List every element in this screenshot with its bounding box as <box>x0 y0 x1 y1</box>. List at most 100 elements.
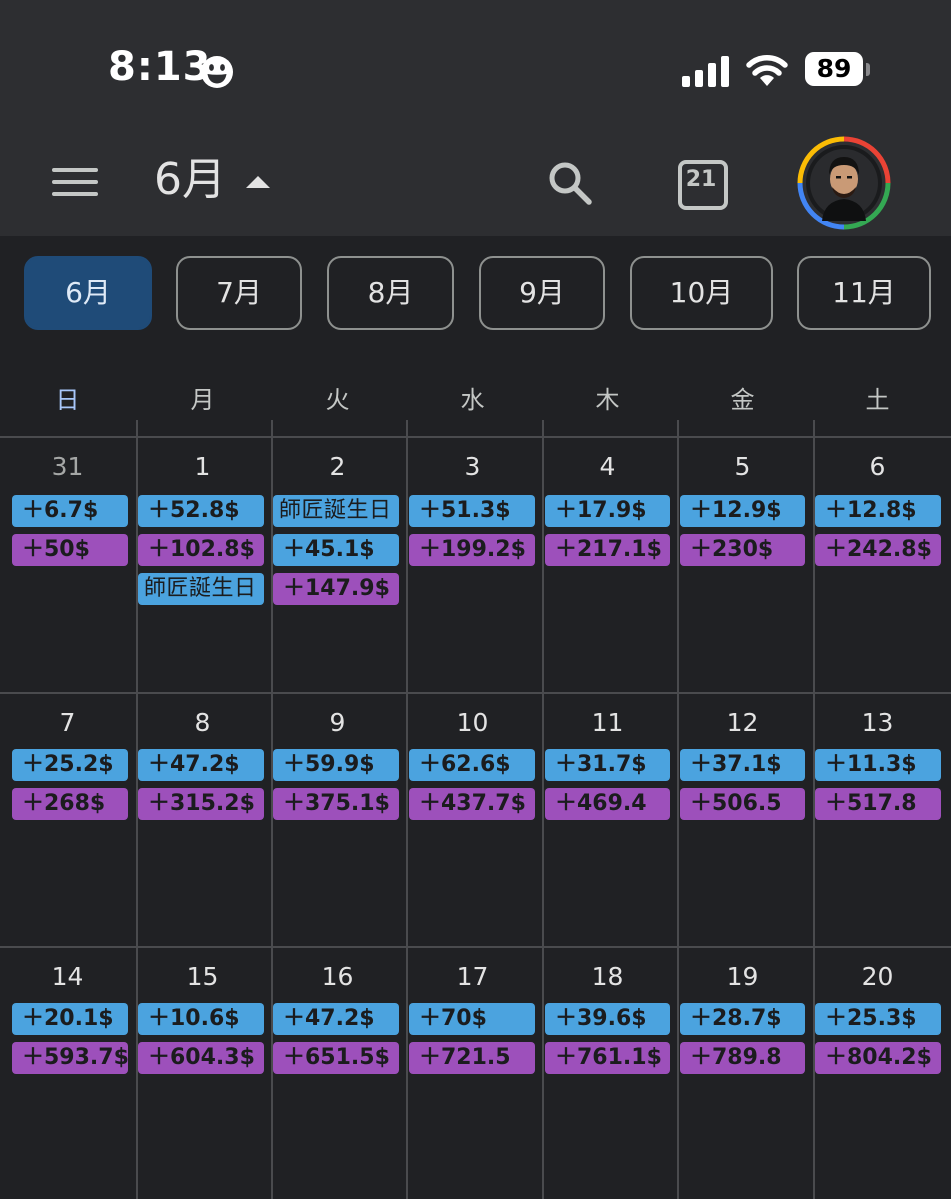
event-chip[interactable]: ＋199.2$ <box>409 534 535 566</box>
today-button[interactable]: 21 <box>676 158 728 210</box>
day-number: 13 <box>861 708 894 737</box>
event-chip[interactable]: ＋230$ <box>680 534 805 566</box>
day-number: 7 <box>59 708 76 737</box>
event-chip[interactable]: ＋6.7$ <box>12 495 128 527</box>
event-chip[interactable]: ＋47.2$ <box>273 1003 399 1035</box>
day-cell[interactable]: 8 ＋47.2$ ＋315.2$ <box>135 694 270 946</box>
day-cell[interactable]: 11 ＋31.7$ ＋469.4 <box>540 694 675 946</box>
event-chip[interactable]: ＋70$ <box>409 1003 535 1035</box>
wifi-icon <box>746 55 788 86</box>
event-chip[interactable]: 師匠誕生日 <box>273 495 399 527</box>
search-icon[interactable] <box>545 158 595 208</box>
caret-up-icon <box>246 176 270 188</box>
day-cell[interactable]: 2 師匠誕生日 ＋45.1$ ＋147.9$ <box>270 438 405 692</box>
weekday-header: 日 月 火 水 木 金 土 <box>0 356 951 438</box>
day-number: 19 <box>726 962 759 991</box>
month-chip-nov[interactable]: 11月 <box>797 256 931 330</box>
day-cell[interactable]: 17 ＋70$ ＋721.5 <box>405 948 540 1199</box>
day-cell[interactable]: 15 ＋10.6$ ＋604.3$ <box>135 948 270 1199</box>
day-number: 5 <box>734 452 751 481</box>
event-chip[interactable]: ＋268$ <box>12 788 128 820</box>
event-chip[interactable]: ＋12.9$ <box>680 495 805 527</box>
day-cell[interactable]: 20 ＋25.3$ ＋804.2$ <box>810 948 951 1199</box>
event-chip[interactable]: ＋651.5$ <box>273 1042 399 1074</box>
month-chip-aug[interactable]: 8月 <box>327 256 454 330</box>
event-chip[interactable]: ＋50$ <box>12 534 128 566</box>
event-chip[interactable]: ＋25.3$ <box>815 1003 941 1035</box>
day-number: 20 <box>861 962 894 991</box>
event-chip[interactable]: ＋761.1$ <box>545 1042 670 1074</box>
day-cell[interactable]: 6 ＋12.8$ ＋242.8$ <box>810 438 951 692</box>
event-chip[interactable]: ＋20.1$ <box>12 1003 128 1035</box>
weekday-fri: 金 <box>730 386 755 414</box>
event-chip[interactable]: ＋721.5 <box>409 1042 535 1074</box>
event-chip[interactable]: ＋604.3$ <box>138 1042 264 1074</box>
event-chip[interactable]: ＋506.5 <box>680 788 805 820</box>
month-chip-bar: 6月 7月 8月 9月 10月 11月 <box>0 236 951 356</box>
day-number: 6 <box>869 452 886 481</box>
menu-icon[interactable] <box>52 162 100 202</box>
weekday-wed: 水 <box>460 386 485 414</box>
event-chip[interactable]: ＋804.2$ <box>815 1042 941 1074</box>
event-chip[interactable]: ＋147.9$ <box>273 573 399 605</box>
month-title: 6月 <box>154 154 226 205</box>
smiley-face-icon <box>201 56 233 88</box>
month-chip-jun[interactable]: 6月 <box>24 256 152 330</box>
event-chip[interactable]: 師匠誕生日 <box>138 573 264 605</box>
event-chip[interactable]: ＋12.8$ <box>815 495 941 527</box>
event-chip[interactable]: ＋315.2$ <box>138 788 264 820</box>
event-chip[interactable]: ＋28.7$ <box>680 1003 805 1035</box>
event-chip[interactable]: ＋593.7$ <box>12 1042 128 1074</box>
app-bar: 6月 21 <box>0 130 951 236</box>
event-chip[interactable]: ＋62.6$ <box>409 749 535 781</box>
event-chip[interactable]: ＋789.8 <box>680 1042 805 1074</box>
event-chip[interactable]: ＋10.6$ <box>138 1003 264 1035</box>
day-cell[interactable]: 3 ＋51.3$ ＋199.2$ <box>405 438 540 692</box>
event-chip[interactable]: ＋517.8 <box>815 788 941 820</box>
account-avatar[interactable] <box>796 135 892 231</box>
day-cell[interactable]: 31 ＋6.7$ ＋50$ <box>0 438 135 692</box>
month-chip-jul[interactable]: 7月 <box>176 256 302 330</box>
event-chip[interactable]: ＋11.3$ <box>815 749 941 781</box>
event-chip[interactable]: ＋437.7$ <box>409 788 535 820</box>
day-cell[interactable]: 9 ＋59.9$ ＋375.1$ <box>270 694 405 946</box>
event-chip[interactable]: ＋17.9$ <box>545 495 670 527</box>
event-chip[interactable]: ＋52.8$ <box>138 495 264 527</box>
event-chip[interactable]: ＋47.2$ <box>138 749 264 781</box>
month-chip-oct[interactable]: 10月 <box>630 256 773 330</box>
day-number: 10 <box>456 708 489 737</box>
cellular-signal-icon <box>682 56 729 87</box>
day-cell[interactable]: 19 ＋28.7$ ＋789.8 <box>675 948 810 1199</box>
day-cell[interactable]: 12 ＋37.1$ ＋506.5 <box>675 694 810 946</box>
event-chip[interactable]: ＋45.1$ <box>273 534 399 566</box>
event-chip[interactable]: ＋39.6$ <box>545 1003 670 1035</box>
event-chip[interactable]: ＋51.3$ <box>409 495 535 527</box>
day-number: 17 <box>456 962 489 991</box>
day-cell[interactable]: 13 ＋11.3$ ＋517.8 <box>810 694 951 946</box>
day-number: 2 <box>329 452 346 481</box>
battery-tip <box>866 63 870 76</box>
event-chip[interactable]: ＋37.1$ <box>680 749 805 781</box>
event-chip[interactable]: ＋469.4 <box>545 788 670 820</box>
event-chip[interactable]: ＋59.9$ <box>273 749 399 781</box>
weekday-thu: 木 <box>595 386 620 414</box>
weekday-mon: 月 <box>190 386 215 414</box>
day-cell[interactable]: 7 ＋25.2$ ＋268$ <box>0 694 135 946</box>
day-cell[interactable]: 4 ＋17.9$ ＋217.1$ <box>540 438 675 692</box>
event-chip[interactable]: ＋242.8$ <box>815 534 941 566</box>
event-chip[interactable]: ＋102.8$ <box>138 534 264 566</box>
day-cell[interactable]: 10 ＋62.6$ ＋437.7$ <box>405 694 540 946</box>
event-chip[interactable]: ＋25.2$ <box>12 749 128 781</box>
day-number: 18 <box>591 962 624 991</box>
day-cell[interactable]: 16 ＋47.2$ ＋651.5$ <box>270 948 405 1199</box>
event-chip[interactable]: ＋217.1$ <box>545 534 670 566</box>
day-number: 1 <box>194 452 211 481</box>
day-cell[interactable]: 18 ＋39.6$ ＋761.1$ <box>540 948 675 1199</box>
day-cell[interactable]: 1 ＋52.8$ ＋102.8$ 師匠誕生日 <box>135 438 270 692</box>
month-chip-sep[interactable]: 9月 <box>479 256 605 330</box>
event-chip[interactable]: ＋375.1$ <box>273 788 399 820</box>
day-cell[interactable]: 14 ＋20.1$ ＋593.7$ <box>0 948 135 1199</box>
day-cell[interactable]: 5 ＋12.9$ ＋230$ <box>675 438 810 692</box>
weekday-sun: 日 <box>55 386 80 414</box>
event-chip[interactable]: ＋31.7$ <box>545 749 670 781</box>
